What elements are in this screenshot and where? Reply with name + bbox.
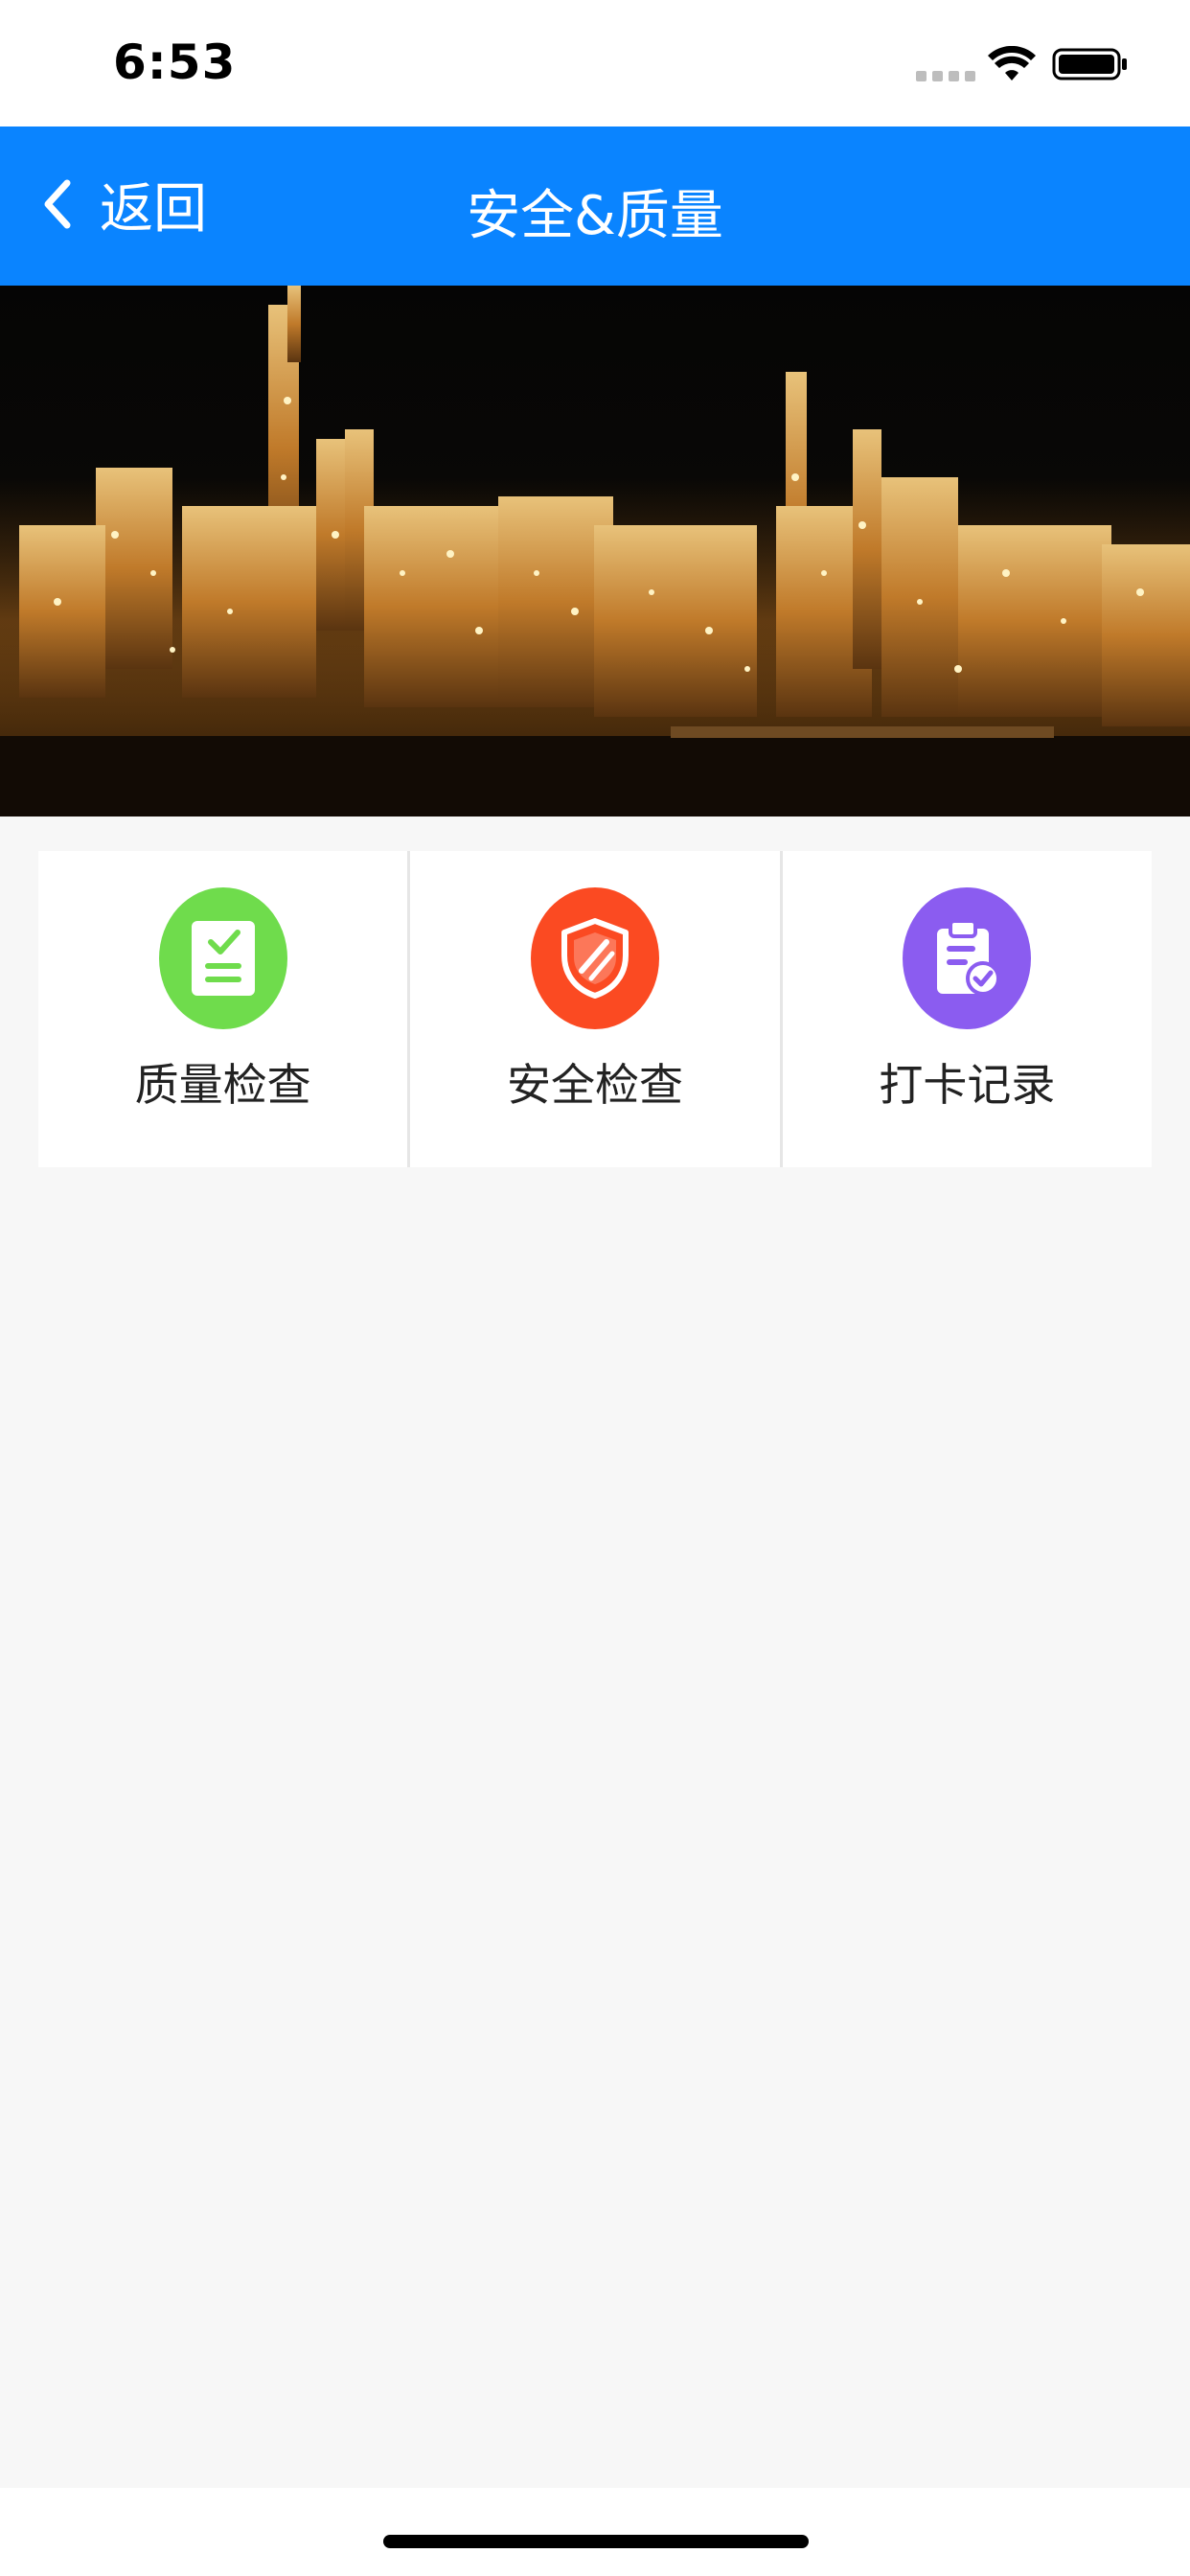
status-time: 6:53 — [113, 34, 237, 90]
menu-label: 打卡记录 — [879, 1059, 1056, 1111]
checklist-document-icon — [158, 887, 287, 1029]
nav-bar: 返回 安全&质量 — [0, 126, 1190, 286]
battery-icon — [1052, 48, 1127, 80]
wifi-icon — [988, 46, 1036, 80]
menu-label: 安全检查 — [506, 1059, 683, 1111]
feature-menu-grid: 质量检查 安全检查 打卡记录 — [38, 851, 1152, 1167]
home-indicator[interactable] — [383, 2535, 809, 2548]
status-bar: 6:53 — [0, 0, 1190, 126]
bottom-safe-area — [0, 2488, 1190, 2576]
menu-item-safety-check[interactable]: 安全检查 — [410, 851, 783, 1167]
clipboard-check-icon — [903, 887, 1032, 1029]
menu-label: 质量检查 — [134, 1059, 311, 1111]
refinery-night-photo — [0, 286, 1190, 816]
menu-item-quality-check[interactable]: 质量检查 — [38, 851, 411, 1167]
menu-item-attendance-record[interactable]: 打卡记录 — [782, 851, 1152, 1167]
banner-carousel[interactable] — [0, 286, 1190, 816]
page-title: 安全&质量 — [467, 185, 723, 247]
signal-dots-icon — [916, 71, 975, 81]
shield-icon — [530, 887, 659, 1029]
